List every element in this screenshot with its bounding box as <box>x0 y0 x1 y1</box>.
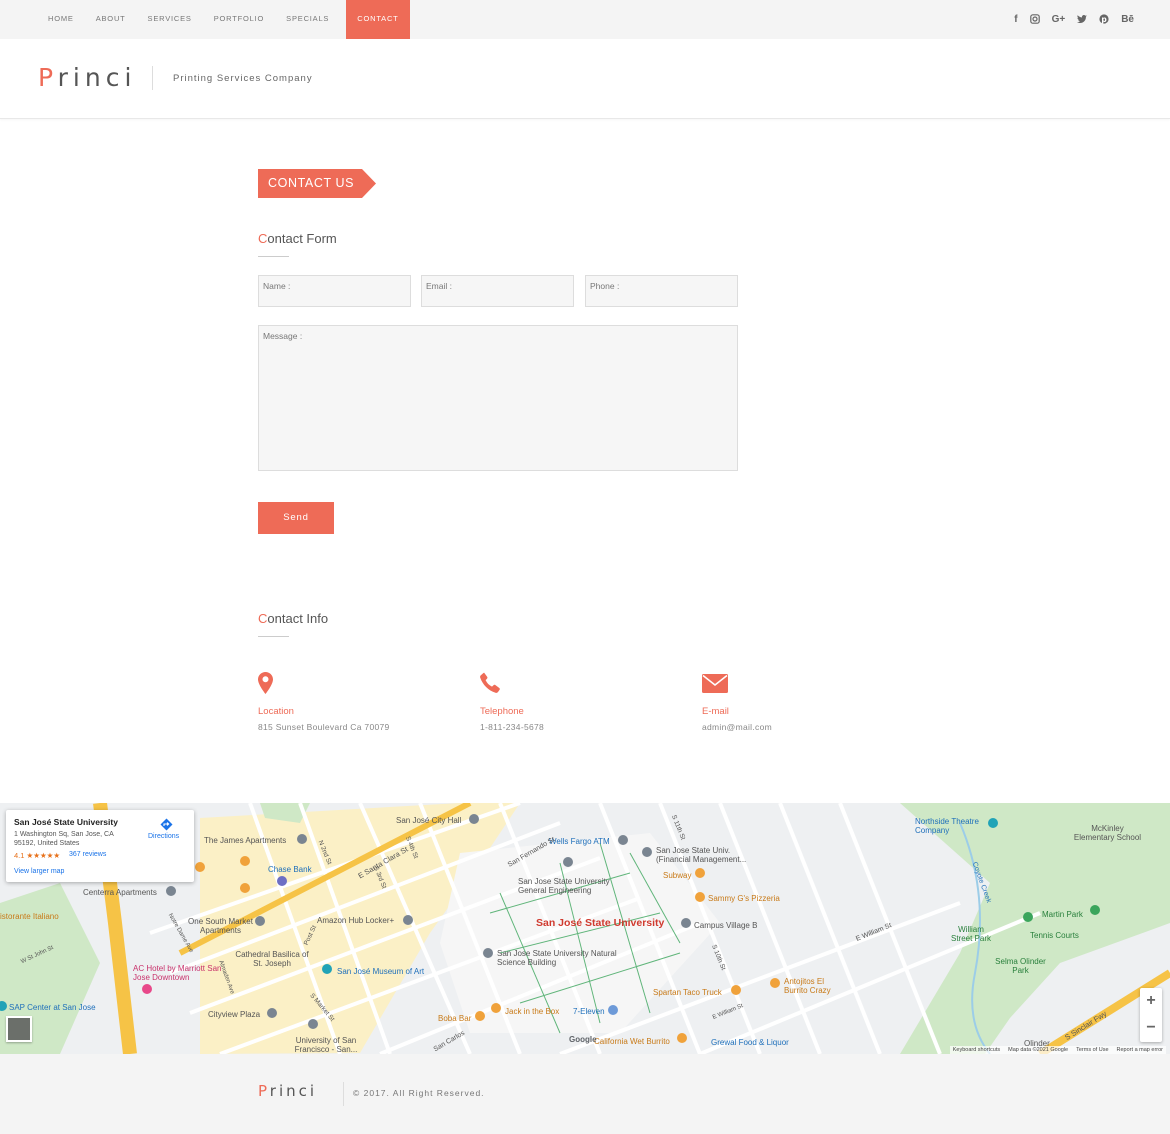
send-button[interactable]: Send <box>258 502 334 534</box>
directions-icon[interactable] <box>160 818 173 831</box>
report-error-link[interactable]: Report a map error <box>1117 1047 1163 1053</box>
map-label[interactable]: Sammy G's Pizzeria <box>708 894 780 903</box>
nav-services[interactable]: SERVICES <box>137 0 203 39</box>
map-label[interactable]: SAP Center at San Jose <box>9 1003 96 1012</box>
map-label[interactable]: William Street Park <box>947 925 995 943</box>
footer-logo[interactable]: Princi <box>258 1082 317 1100</box>
map-label[interactable]: One South Market Apartments <box>183 917 258 935</box>
map-label[interactable]: Cathedral Basilica of St. Joseph <box>232 950 312 968</box>
map-label[interactable]: Spartan Taco Truck <box>653 988 722 997</box>
contact-info-title: Contact Info <box>258 611 329 626</box>
location-value: 815 Sunset Boulevard Ca 70079 <box>258 722 390 732</box>
location-label: Location <box>258 706 294 717</box>
map-label[interactable]: Chase Bank <box>268 865 312 874</box>
map-label[interactable]: Antojitos El Burrito Crazy <box>784 977 844 995</box>
map-label[interactable]: Subway <box>663 871 691 880</box>
map-label[interactable]: San José Museum of Art <box>337 967 424 976</box>
behance-icon[interactable]: Bē <box>1121 12 1134 26</box>
footer-copyright: © 2017. All Right Reserved. <box>353 1088 485 1098</box>
map-label[interactable]: 7-Eleven <box>573 1007 605 1016</box>
google-map[interactable]: The James Apartments San José City Hall … <box>0 803 1170 1054</box>
message-textarea[interactable]: Message : <box>258 325 738 471</box>
zoom-out-button[interactable]: − <box>1140 1015 1162 1042</box>
terms-link[interactable]: Terms of Use <box>1076 1047 1108 1053</box>
map-label-sjsu[interactable]: San José State University <box>536 918 664 929</box>
site-footer: Princi © 2017. All Right Reserved. <box>0 1054 1170 1134</box>
nav-about[interactable]: ABOUT <box>85 0 137 39</box>
site-logo[interactable]: Princi <box>38 63 136 92</box>
place-card: San José State University 1 Washington S… <box>6 810 194 882</box>
map-label[interactable]: Tennis Courts <box>1030 931 1079 940</box>
map-label[interactable]: Campus Village B <box>694 921 757 930</box>
map-label[interactable]: The James Apartments <box>204 836 286 845</box>
facebook-icon[interactable]: f <box>1014 12 1017 26</box>
place-address: 1 Washington Sq, San Jose, CA 95192, Uni… <box>14 831 114 847</box>
telephone-value: 1-811-234-5678 <box>480 722 545 732</box>
map-label[interactable]: San Jose State Univ. (Financial Manageme… <box>656 846 766 864</box>
map-label[interactable]: University of San Francisco - San... <box>286 1036 366 1054</box>
map-attribution: Keyboard shortcuts Map data ©2021 Google… <box>949 1046 1166 1054</box>
map-label[interactable]: McKinley Elementary School <box>1070 824 1145 842</box>
place-reviews-link[interactable]: 367 reviews <box>69 851 106 858</box>
map-label[interactable]: Cityview Plaza <box>208 1010 260 1019</box>
map-label[interactable]: California Wet Burrito <box>594 1037 670 1046</box>
map-label[interactable]: Selma Olinder Park <box>993 957 1048 975</box>
map-label[interactable]: San Jose State University General Engine… <box>518 877 628 895</box>
map-data-text: Map data ©2021 Google <box>1008 1047 1069 1053</box>
view-larger-map-link[interactable]: View larger map <box>14 868 64 875</box>
footer-divider <box>343 1082 344 1106</box>
contact-form-title: Contact Form <box>258 231 337 246</box>
nav-home[interactable]: HOME <box>37 0 85 39</box>
zoom-in-button[interactable]: + <box>1140 988 1162 1015</box>
email-input[interactable]: Email : <box>421 275 574 307</box>
place-rating: 4.1 ★★★★★ <box>14 851 61 860</box>
title-underline <box>258 256 289 257</box>
main-nav: HOME ABOUT SERVICES PORTFOLIO SPECIALS C… <box>37 0 410 39</box>
place-title: San José State University <box>14 817 118 827</box>
svg-text:p: p <box>1102 15 1108 24</box>
nav-specials[interactable]: SPECIALS <box>275 0 340 39</box>
map-label[interactable]: Grewal Food & Liquor <box>711 1038 789 1047</box>
location-pin-icon <box>258 672 273 699</box>
site-header: Princi Printing Services Company <box>0 39 1170 119</box>
email-label: E-mail <box>702 706 729 717</box>
pinterest-icon[interactable]: p <box>1099 12 1109 26</box>
social-links: f G+ p Bē <box>1014 12 1134 26</box>
map-label[interactable]: Centerra Apartments <box>83 888 157 897</box>
envelope-icon <box>702 674 728 698</box>
google-logo: Google <box>569 1035 597 1044</box>
map-label[interactable]: Wells Fargo ATM <box>549 837 610 846</box>
map-zoom-controls: + − <box>1140 988 1162 1042</box>
directions-link[interactable]: Directions <box>148 833 179 840</box>
phone-icon <box>480 672 501 698</box>
telephone-label: Telephone <box>480 706 524 717</box>
keyboard-shortcuts-link[interactable]: Keyboard shortcuts <box>953 1047 1000 1053</box>
map-label[interactable]: Northside Theatre Company <box>915 817 995 835</box>
name-input[interactable]: Name : <box>258 275 411 307</box>
google-plus-icon[interactable]: G+ <box>1052 12 1066 26</box>
nav-contact[interactable]: CONTACT <box>346 0 410 39</box>
map-label[interactable]: Boba Bar <box>438 1014 471 1023</box>
title-underline <box>258 636 289 637</box>
phone-input[interactable]: Phone : <box>585 275 738 307</box>
header-divider <box>152 66 153 90</box>
satellite-toggle[interactable] <box>6 1016 32 1042</box>
email-value: admin@mail.com <box>702 722 772 732</box>
map-label[interactable]: Jack in the Box <box>505 1007 559 1016</box>
site-tagline: Printing Services Company <box>173 73 313 84</box>
contact-us-ribbon: CONTACT US <box>258 169 376 198</box>
nav-portfolio[interactable]: PORTFOLIO <box>203 0 275 39</box>
map-label[interactable]: San José City Hall <box>396 816 461 825</box>
map-label[interactable]: Amazon Hub Locker+ <box>317 916 394 925</box>
map-label[interactable]: San Jose State University Natural Scienc… <box>497 949 617 967</box>
top-bar: HOME ABOUT SERVICES PORTFOLIO SPECIALS C… <box>0 0 1170 39</box>
map-label[interactable]: istorante Italiano <box>0 912 59 921</box>
map-label[interactable]: AC Hotel by Marriott San Jose Downtown <box>133 964 228 982</box>
twitter-icon[interactable] <box>1077 12 1088 26</box>
map-label[interactable]: Martin Park <box>1042 910 1083 919</box>
instagram-icon[interactable] <box>1029 12 1040 26</box>
